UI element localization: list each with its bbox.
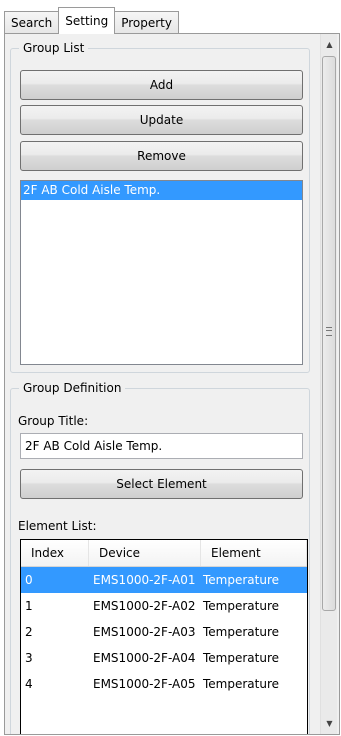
column-header-device[interactable]: Device — [89, 540, 201, 566]
cell-device: EMS1000-2F-A05 — [93, 677, 196, 691]
cell-index: 2 — [25, 625, 33, 639]
group-list-legend: Group List — [19, 41, 89, 55]
cell-element: Temperature — [203, 573, 280, 587]
tab-property[interactable]: Property — [114, 11, 179, 34]
cell-index: 3 — [25, 651, 33, 665]
group-list-box: Group List Add Update Remove 2F AB Cold … — [10, 41, 310, 373]
group-title-label: Group Title: — [18, 414, 89, 428]
grip-icon — [326, 327, 332, 336]
chevron-down-icon[interactable]: ▼ — [321, 715, 338, 732]
cell-element: Temperature — [203, 677, 280, 691]
add-button[interactable]: Add — [20, 70, 303, 100]
list-item[interactable]: 2F AB Cold Aisle Temp. — [21, 181, 302, 200]
settings-window: Search Setting Property Group List Add U… — [0, 0, 341, 736]
cell-element: Temperature — [203, 651, 280, 665]
cell-index: 0 — [25, 573, 33, 587]
cell-device: EMS1000-2F-A02 — [93, 599, 196, 613]
table-row[interactable]: 1 EMS1000-2F-A02 Temperature — [21, 593, 307, 619]
group-listbox[interactable]: 2F AB Cold Aisle Temp. — [20, 180, 303, 365]
tab-setting[interactable]: Setting — [58, 7, 116, 34]
cell-device: EMS1000-2F-A01 — [93, 573, 196, 587]
remove-button[interactable]: Remove — [20, 141, 303, 171]
cell-index: 1 — [25, 599, 33, 613]
element-list-label: Element List: — [18, 519, 97, 533]
cell-device: EMS1000-2F-A04 — [93, 651, 196, 665]
tab-search[interactable]: Search — [4, 11, 60, 34]
column-header-index[interactable]: Index — [21, 540, 89, 566]
tab-strip: Search Setting Property — [0, 7, 179, 34]
setting-panel: Group List Add Update Remove 2F AB Cold … — [4, 33, 340, 735]
group-title-input[interactable]: 2F AB Cold Aisle Temp. — [20, 433, 303, 459]
element-list-grid[interactable]: Index Device Element 0 EMS1000-2F-A01 Te… — [20, 539, 308, 734]
scrollbar-thumb[interactable] — [322, 56, 336, 611]
column-header-element[interactable]: Element — [201, 540, 307, 566]
table-row[interactable]: 0 EMS1000-2F-A01 Temperature — [21, 567, 307, 593]
table-row[interactable]: 4 EMS1000-2F-A05 Temperature — [21, 671, 307, 697]
group-definition-box: Group Definition Group Title: 2F AB Cold… — [10, 381, 310, 734]
chevron-up-icon[interactable]: ▲ — [321, 36, 338, 53]
group-definition-legend: Group Definition — [19, 381, 126, 395]
select-element-button[interactable]: Select Element — [20, 469, 303, 499]
cell-element: Temperature — [203, 625, 280, 639]
cell-element: Temperature — [203, 599, 280, 613]
cell-index: 4 — [25, 677, 33, 691]
cell-device: EMS1000-2F-A03 — [93, 625, 196, 639]
table-row[interactable]: 2 EMS1000-2F-A03 Temperature — [21, 619, 307, 645]
grid-header: Index Device Element — [21, 540, 307, 567]
update-button[interactable]: Update — [20, 105, 303, 135]
vertical-scrollbar[interactable]: ▲ ▼ — [320, 34, 337, 734]
table-row[interactable]: 3 EMS1000-2F-A04 Temperature — [21, 645, 307, 671]
